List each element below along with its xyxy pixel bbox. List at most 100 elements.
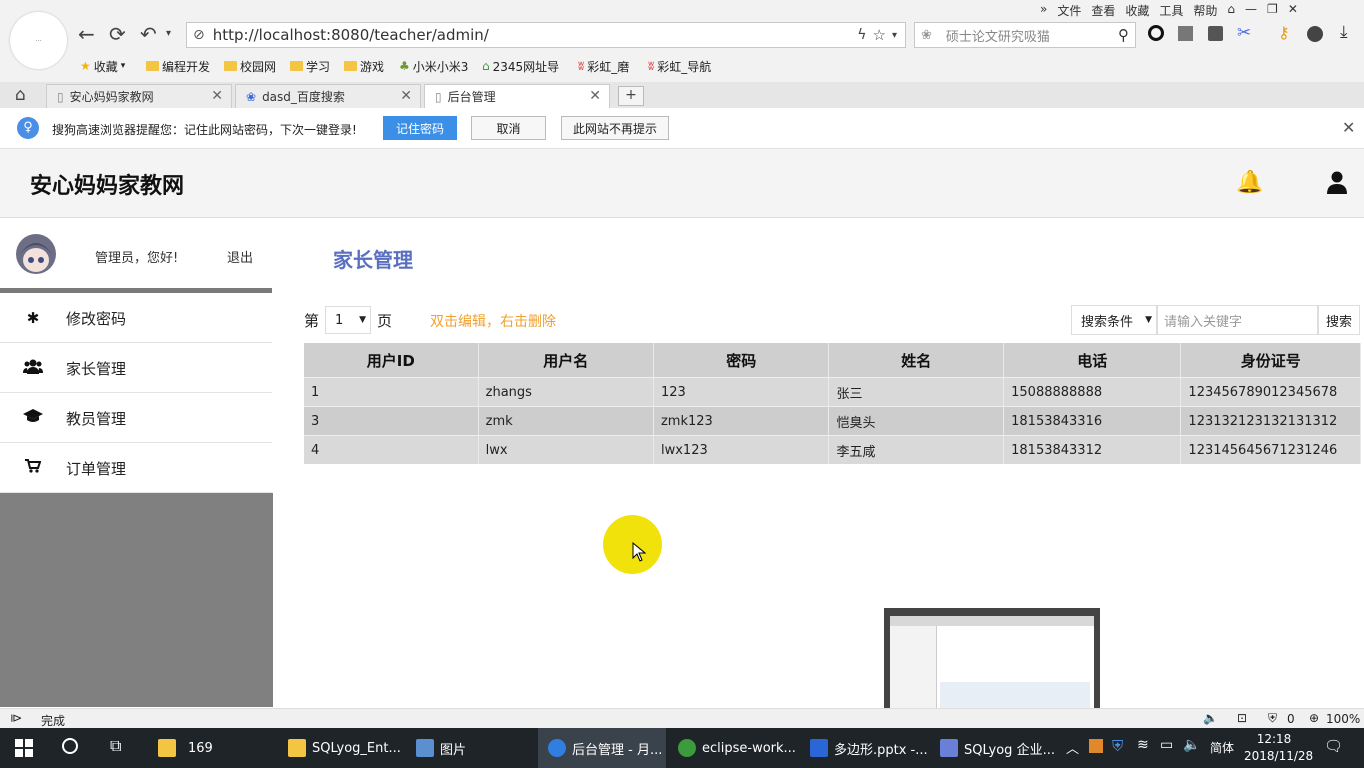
cell-phone[interactable]: 18153843312 bbox=[1003, 435, 1182, 464]
cell-name[interactable]: 恺臭头 bbox=[828, 406, 1005, 436]
chevron-up-icon[interactable]: ︿ bbox=[1066, 738, 1079, 757]
windows-start-icon[interactable] bbox=[15, 739, 33, 761]
extension-calc-icon[interactable] bbox=[1208, 26, 1223, 41]
table-row[interactable]: 4 lwx lwx123 李五咸 18153843312 12314564567… bbox=[304, 435, 1361, 464]
minimize-icon[interactable]: — bbox=[1245, 2, 1257, 20]
page-select[interactable]: 1 ▼ bbox=[325, 306, 371, 334]
bookmark-games[interactable]: 游戏 bbox=[344, 57, 384, 75]
bookmark-campus[interactable]: 校园网 bbox=[224, 57, 276, 75]
bookmark-xiaomi[interactable]: ♣ 小米小米3 bbox=[399, 57, 468, 75]
close-icon[interactable]: ✕ bbox=[211, 88, 223, 104]
taskbar-item-pptx[interactable]: 多边形.pptx -... bbox=[810, 728, 928, 768]
close-icon[interactable]: ✕ bbox=[400, 88, 412, 104]
taskbar-item-pictures[interactable]: 图片 bbox=[416, 728, 466, 768]
back-icon[interactable]: ← bbox=[78, 22, 95, 46]
never-remind-button[interactable]: 此网站不再提示 bbox=[561, 116, 669, 140]
bookmark-dev[interactable]: 编程开发 bbox=[146, 57, 210, 75]
home-icon[interactable]: ⌂ bbox=[15, 85, 26, 105]
sidebar-toggle-icon[interactable]: ⧐ bbox=[10, 711, 22, 725]
zoom-level[interactable]: 100% bbox=[1326, 712, 1360, 726]
user-icon[interactable] bbox=[1327, 170, 1347, 198]
cell-id-card[interactable]: 123145645671231246 bbox=[1180, 435, 1361, 464]
taskbar-item-eclipse[interactable]: eclipse-work... bbox=[678, 728, 796, 768]
wifi-icon[interactable]: ≋ bbox=[1137, 737, 1149, 753]
battery-icon[interactable]: ▭ bbox=[1160, 737, 1173, 753]
bookmark-study[interactable]: 学习 bbox=[290, 57, 330, 75]
table-row[interactable]: 1 zhangs 123 张三 15088888888 123456789012… bbox=[304, 377, 1361, 407]
close-window-icon[interactable]: ✕ bbox=[1288, 2, 1298, 20]
restore-icon[interactable]: ❐ bbox=[1267, 2, 1278, 20]
taskbar-item-folder[interactable]: 169 bbox=[158, 728, 213, 768]
col-user-id[interactable]: 用户ID bbox=[304, 343, 479, 378]
sidebar-item-parents[interactable]: 家长管理 bbox=[0, 344, 272, 393]
col-phone[interactable]: 电话 bbox=[1003, 343, 1182, 378]
col-username[interactable]: 用户名 bbox=[478, 343, 654, 378]
menu-tools[interactable]: 工具 bbox=[1159, 2, 1183, 20]
taskbar-item-sqlyog[interactable]: SQLyog 企业... bbox=[940, 728, 1055, 768]
search-button[interactable]: 搜索 bbox=[1318, 305, 1360, 335]
shield-icon[interactable]: ⛨ bbox=[1268, 711, 1277, 726]
menu-favorites[interactable]: 收藏 bbox=[1125, 2, 1149, 20]
taskbar-item-browser[interactable]: 后台管理 - 月... bbox=[538, 728, 666, 768]
tab-baidu[interactable]: ❀ dasd_百度搜索 ✕ bbox=[235, 84, 421, 108]
speaker-icon[interactable]: 🔈 bbox=[1203, 711, 1218, 725]
browser-search-input[interactable]: ❀ 硕士论文研究吸猫 ⚲ bbox=[914, 22, 1136, 48]
extension-window-icon[interactable] bbox=[1178, 26, 1193, 41]
cell-password[interactable]: lwx123 bbox=[653, 435, 830, 464]
col-name[interactable]: 姓名 bbox=[828, 343, 1005, 378]
sidebar-item-teachers[interactable]: 教员管理 bbox=[0, 394, 272, 443]
cell-phone[interactable]: 15088888888 bbox=[1003, 377, 1182, 407]
new-tab-button[interactable]: + bbox=[618, 86, 644, 106]
close-icon[interactable]: ✕ bbox=[1342, 118, 1355, 137]
refresh-icon[interactable]: ⟳ bbox=[109, 22, 126, 46]
tray-app-icon[interactable] bbox=[1089, 739, 1103, 753]
cell-username[interactable]: zhangs bbox=[478, 377, 654, 407]
sidebar-item-change-password[interactable]: ✱ 修改密码 bbox=[0, 294, 272, 343]
cortana-icon[interactable] bbox=[62, 738, 78, 754]
screenshot-icon[interactable]: ⊡ bbox=[1237, 711, 1247, 725]
system-clock[interactable]: 12:18 2018/11/28 bbox=[1244, 731, 1313, 765]
menu-view[interactable]: 查看 bbox=[1091, 2, 1115, 20]
browser-logo[interactable]: ··· bbox=[10, 12, 67, 69]
tab-admin[interactable]: ▯ 后台管理 ✕ bbox=[424, 84, 610, 108]
address-bar[interactable]: ⊘ http://localhost:8080/teacher/admin/ ϟ… bbox=[186, 22, 906, 48]
cancel-button[interactable]: 取消 bbox=[471, 116, 546, 140]
cell-password[interactable]: zmk123 bbox=[653, 406, 830, 436]
remember-password-button[interactable]: 记住密码 bbox=[383, 116, 457, 140]
bookmark-rainbow2[interactable]: ʬ 彩虹_导航 bbox=[648, 57, 711, 75]
cell-phone[interactable]: 18153843316 bbox=[1003, 406, 1182, 436]
undo-dropdown-icon[interactable]: ▾ bbox=[166, 28, 171, 39]
scissors-icon[interactable]: ✂ bbox=[1237, 23, 1251, 43]
cell-username[interactable]: lwx bbox=[478, 435, 654, 464]
shirt-icon[interactable]: ⌂ bbox=[1227, 2, 1235, 20]
table-row[interactable]: 3 zmk zmk123 恺臭头 18153843316 12313212313… bbox=[304, 406, 1361, 436]
cell-username[interactable]: zmk bbox=[478, 406, 654, 436]
cell-id-card[interactable]: 123132123132131312 bbox=[1180, 406, 1361, 436]
close-icon[interactable]: ✕ bbox=[589, 88, 601, 104]
ime-indicator[interactable]: 简体 bbox=[1210, 739, 1234, 756]
notification-icon[interactable]: 🗨 bbox=[1324, 737, 1343, 755]
cell-name[interactable]: 张三 bbox=[828, 377, 1005, 407]
star-icon[interactable]: ☆ bbox=[873, 26, 886, 44]
more-icon[interactable] bbox=[1307, 26, 1323, 42]
bookmark-rainbow1[interactable]: ʬ 彩虹_磨 bbox=[578, 57, 629, 75]
sidebar-item-orders[interactable]: 订单管理 bbox=[0, 444, 272, 493]
menu-help[interactable]: 帮助 bbox=[1193, 2, 1217, 20]
lightning-icon[interactable]: ϟ bbox=[857, 27, 866, 43]
cell-user-id[interactable]: 1 bbox=[304, 377, 479, 407]
menu-file[interactable]: 文件 bbox=[1057, 2, 1081, 20]
menu-more[interactable]: » bbox=[1040, 2, 1047, 20]
cell-user-id[interactable]: 3 bbox=[304, 406, 479, 436]
bell-icon[interactable]: 🔔 bbox=[1236, 170, 1263, 195]
shield-tray-icon[interactable]: ⛨ bbox=[1112, 737, 1123, 755]
download-icon[interactable]: ⤓ bbox=[1340, 22, 1348, 42]
logout-link[interactable]: 退出 bbox=[227, 247, 253, 266]
cell-name[interactable]: 李五咸 bbox=[828, 435, 1005, 464]
zoom-icon[interactable]: ⊕ bbox=[1309, 711, 1319, 725]
col-password[interactable]: 密码 bbox=[653, 343, 830, 378]
key-icon[interactable]: ⚷ bbox=[1278, 23, 1290, 42]
col-id-card[interactable]: 身份证号 bbox=[1180, 343, 1361, 378]
url-dropdown-icon[interactable]: ▾ bbox=[892, 30, 897, 41]
undo-icon[interactable]: ↶ bbox=[140, 22, 157, 46]
task-view-icon[interactable]: ⧉ bbox=[110, 736, 121, 756]
